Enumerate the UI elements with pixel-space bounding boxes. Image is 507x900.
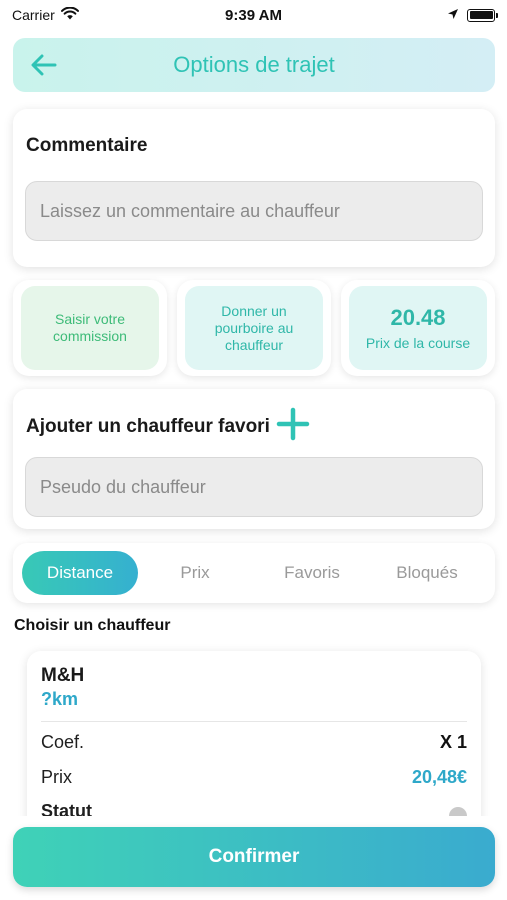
carrier-label: Carrier	[12, 7, 55, 23]
tab-favoris[interactable]: Favoris	[254, 551, 370, 595]
course-price-value: 20.48	[390, 304, 446, 330]
coef-label: Coef.	[41, 732, 85, 752]
tip-label: Donner un pourboire au chauffeur	[214, 302, 294, 353]
back-button[interactable]	[29, 50, 59, 80]
tip-tile-wrapper: Donner un pourboire au chauffeur	[177, 280, 331, 376]
location-arrow-icon	[447, 7, 459, 23]
driver-name: M&H	[41, 665, 85, 686]
tip-tile[interactable]: Donner un pourboire au chauffeur	[185, 286, 323, 370]
page-title: Options de trajet	[173, 52, 335, 77]
driver-distance: ?km	[41, 689, 79, 709]
divider	[41, 721, 467, 722]
confirm-label: Confirmer	[208, 846, 300, 867]
battery-icon	[467, 8, 498, 22]
comment-input[interactable]: Laissez un commentaire au chauffeur	[25, 181, 483, 241]
favorite-driver-card: Ajouter un chauffeur favori Pseudo du ch…	[13, 389, 495, 529]
driver-card[interactable]: M&H ?km Coef. X 1 Prix 20,48€ Statut	[27, 651, 481, 826]
coef-value: X 1	[439, 732, 467, 752]
arrow-left-icon	[31, 54, 57, 76]
comment-title: Commentaire	[26, 135, 148, 156]
tab-distance[interactable]: Distance	[22, 551, 138, 595]
choose-driver-label: Choisir un chauffeur	[14, 617, 171, 634]
price-tile: 20.48 Prix de la course	[349, 286, 487, 370]
wifi-icon	[60, 6, 79, 23]
sort-tabs: Distance Prix Favoris Bloqués	[13, 543, 495, 603]
tab-bloques[interactable]: Bloqués	[369, 551, 485, 595]
confirm-button[interactable]: Confirmer	[13, 827, 495, 887]
driver-pseudo-input[interactable]: Pseudo du chauffeur	[25, 457, 483, 517]
price-value: 20,48€	[411, 767, 467, 787]
commission-tile[interactable]: Saisir votre commission	[21, 286, 159, 370]
tab-prix[interactable]: Prix	[137, 551, 253, 595]
header-bar: Options de trajet	[13, 38, 495, 92]
price-tile-wrapper: 20.48 Prix de la course	[341, 280, 495, 376]
comment-card: Commentaire Laissez un commentaire au ch…	[13, 109, 495, 267]
status-bar: Carrier 9:39 AM	[0, 0, 507, 30]
driver-pseudo-placeholder: Pseudo du chauffeur	[40, 476, 206, 497]
status-left: Carrier	[12, 6, 79, 23]
commission-tile-wrapper: Saisir votre commission	[13, 280, 167, 376]
course-price-label: Prix de la course	[365, 334, 471, 351]
comment-placeholder: Laissez un commentaire au chauffeur	[40, 200, 340, 221]
favorite-title: Ajouter un chauffeur favori	[26, 415, 270, 437]
plus-icon[interactable]	[276, 407, 310, 446]
price-label: Prix	[41, 767, 72, 787]
favorite-title-row: Ajouter un chauffeur favori	[26, 407, 310, 446]
status-right	[447, 7, 498, 23]
commission-label: Saisir votre commission	[53, 311, 127, 344]
